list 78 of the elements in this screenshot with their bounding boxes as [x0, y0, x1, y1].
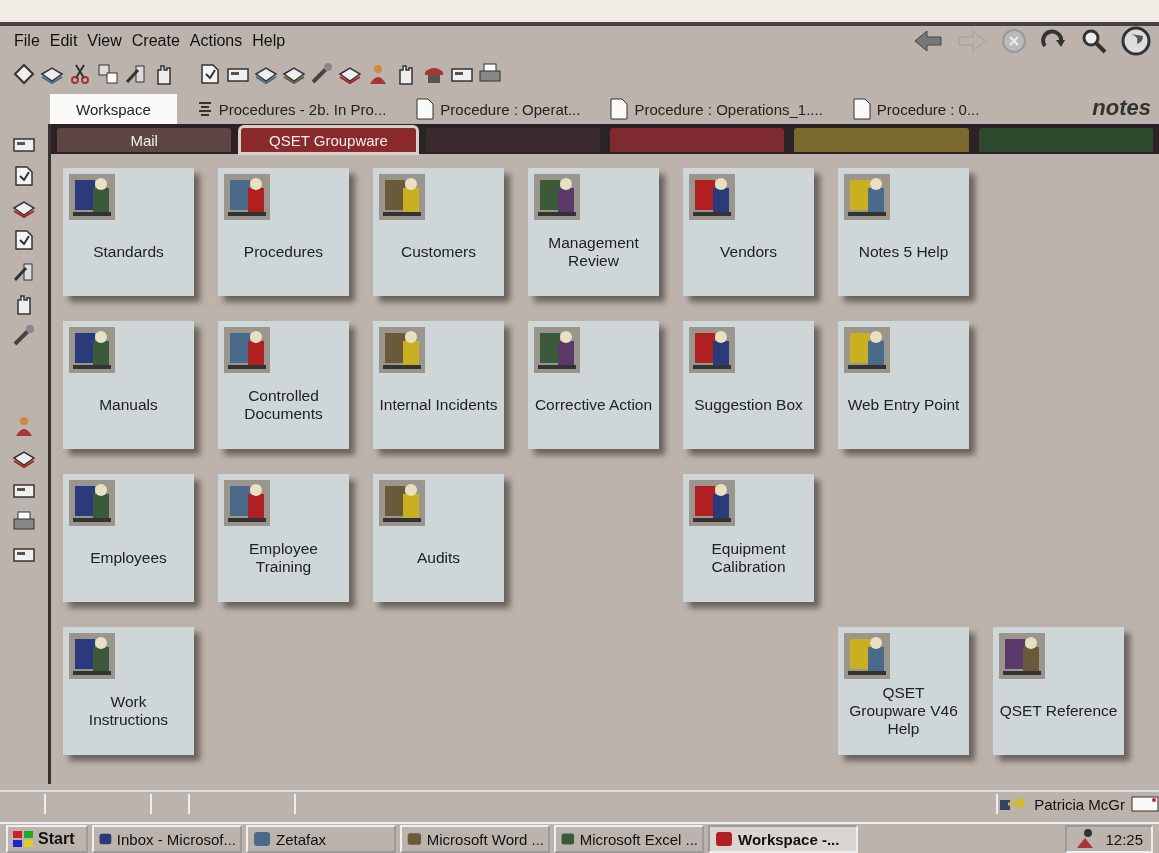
window-tab[interactable]: Workspace	[50, 94, 177, 124]
database-tile[interactable]: Suggestion Box	[683, 321, 814, 449]
menu-item[interactable]: Help	[252, 32, 286, 50]
taskbar-button[interactable]: Zetafax	[246, 825, 396, 853]
window-tab[interactable]: Procedure : Operat...	[406, 94, 591, 124]
database-icon[interactable]	[689, 480, 735, 526]
diamond-icon[interactable]	[12, 62, 36, 86]
page-icon[interactable]	[12, 228, 36, 252]
database-icon[interactable]	[689, 327, 735, 373]
page-icon[interactable]	[198, 62, 222, 86]
page-icon[interactable]	[12, 164, 36, 188]
scissors-icon[interactable]	[68, 62, 92, 86]
database-tile[interactable]: QSET Reference	[993, 627, 1124, 755]
back-icon[interactable]	[913, 29, 943, 53]
windows-logo	[12, 829, 34, 849]
document-icon	[416, 98, 435, 120]
database-tile[interactable]: Corrective Action	[528, 321, 659, 449]
database-tile[interactable]: Employee Training	[218, 474, 349, 602]
database-tile[interactable]: Internal Incidents	[373, 321, 504, 449]
database-tile[interactable]: Audits	[373, 474, 504, 602]
window-tab[interactable]: Procedure : Operations_1....	[600, 94, 833, 124]
taskbar-button[interactable]: Inbox - Microsof...	[92, 825, 242, 853]
app-icon	[714, 829, 734, 849]
database-icon[interactable]	[69, 633, 115, 679]
database-icon[interactable]	[689, 174, 735, 220]
database-icon[interactable]	[69, 327, 115, 373]
database-tile[interactable]: Notes 5 Help	[838, 168, 969, 296]
pen-icon[interactable]	[12, 260, 36, 284]
database-tile[interactable]: QSET Groupware V46 Help	[838, 627, 969, 755]
database-tile[interactable]: Employees	[63, 474, 194, 602]
database-tile[interactable]: Customers	[373, 168, 504, 296]
menu-item[interactable]: Edit	[49, 32, 78, 50]
menu-item[interactable]: View	[87, 32, 122, 50]
database-icon[interactable]	[844, 327, 890, 373]
database-tile[interactable]: Web Entry Point	[838, 321, 969, 449]
search-icon[interactable]	[1081, 28, 1107, 54]
database-icon[interactable]	[999, 633, 1045, 679]
person-icon[interactable]	[1075, 828, 1096, 850]
database-icon[interactable]	[224, 174, 270, 220]
clock: 12:25	[1105, 830, 1143, 848]
database-tile[interactable]: Management Review	[528, 168, 659, 296]
database-tile[interactable]: Controlled Documents	[218, 321, 349, 449]
workspace-tab[interactable]: Mail	[57, 128, 232, 152]
database-icon[interactable]	[844, 174, 890, 220]
list-icon	[196, 99, 213, 119]
pen-icon[interactable]	[124, 62, 148, 86]
database-tile[interactable]: Equipment Calibration	[683, 474, 814, 602]
database-icon[interactable]	[379, 174, 425, 220]
database-tile[interactable]: Standards	[63, 168, 194, 296]
document-icon	[852, 98, 871, 120]
notes-logo: notes	[1092, 95, 1152, 121]
workspace-tab[interactable]: QSET Groupware	[241, 128, 416, 152]
database-icon[interactable]	[69, 174, 115, 220]
menu-item[interactable]: File	[14, 32, 40, 50]
menu-item[interactable]: Create	[131, 32, 180, 50]
window-tab[interactable]: Procedure : 0...	[842, 94, 990, 124]
database-icon[interactable]	[844, 633, 890, 679]
database-tile[interactable]: Vendors	[683, 168, 814, 296]
database-icon[interactable]	[69, 480, 115, 526]
taskbar-button[interactable]: Microsoft Word ...	[400, 825, 550, 853]
database-tile[interactable]: Manuals	[63, 321, 194, 449]
envelope-icon[interactable]	[1131, 795, 1159, 813]
database-icon[interactable]	[534, 327, 580, 373]
window-tab[interactable]: Procedures - 2b. In Pro...	[186, 94, 397, 124]
menu-item[interactable]: Actions	[189, 32, 243, 50]
database-icon[interactable]	[224, 327, 270, 373]
database-icon[interactable]	[379, 480, 425, 526]
user-name[interactable]: Patricia McGr	[1028, 795, 1131, 813]
database-icon[interactable]	[379, 327, 425, 373]
document-icon	[610, 98, 629, 120]
database-icon[interactable]	[534, 174, 580, 220]
database-icon[interactable]	[224, 480, 270, 526]
taskbar-button[interactable]: Workspace -...	[708, 825, 858, 853]
start-button[interactable]: Start	[6, 825, 88, 853]
taskbar-button[interactable]: Microsoft Excel ...	[554, 825, 704, 853]
database-tile[interactable]: Work Instructions	[63, 627, 194, 755]
app-icon	[252, 829, 272, 849]
database-tile[interactable]: Procedures	[218, 168, 349, 296]
